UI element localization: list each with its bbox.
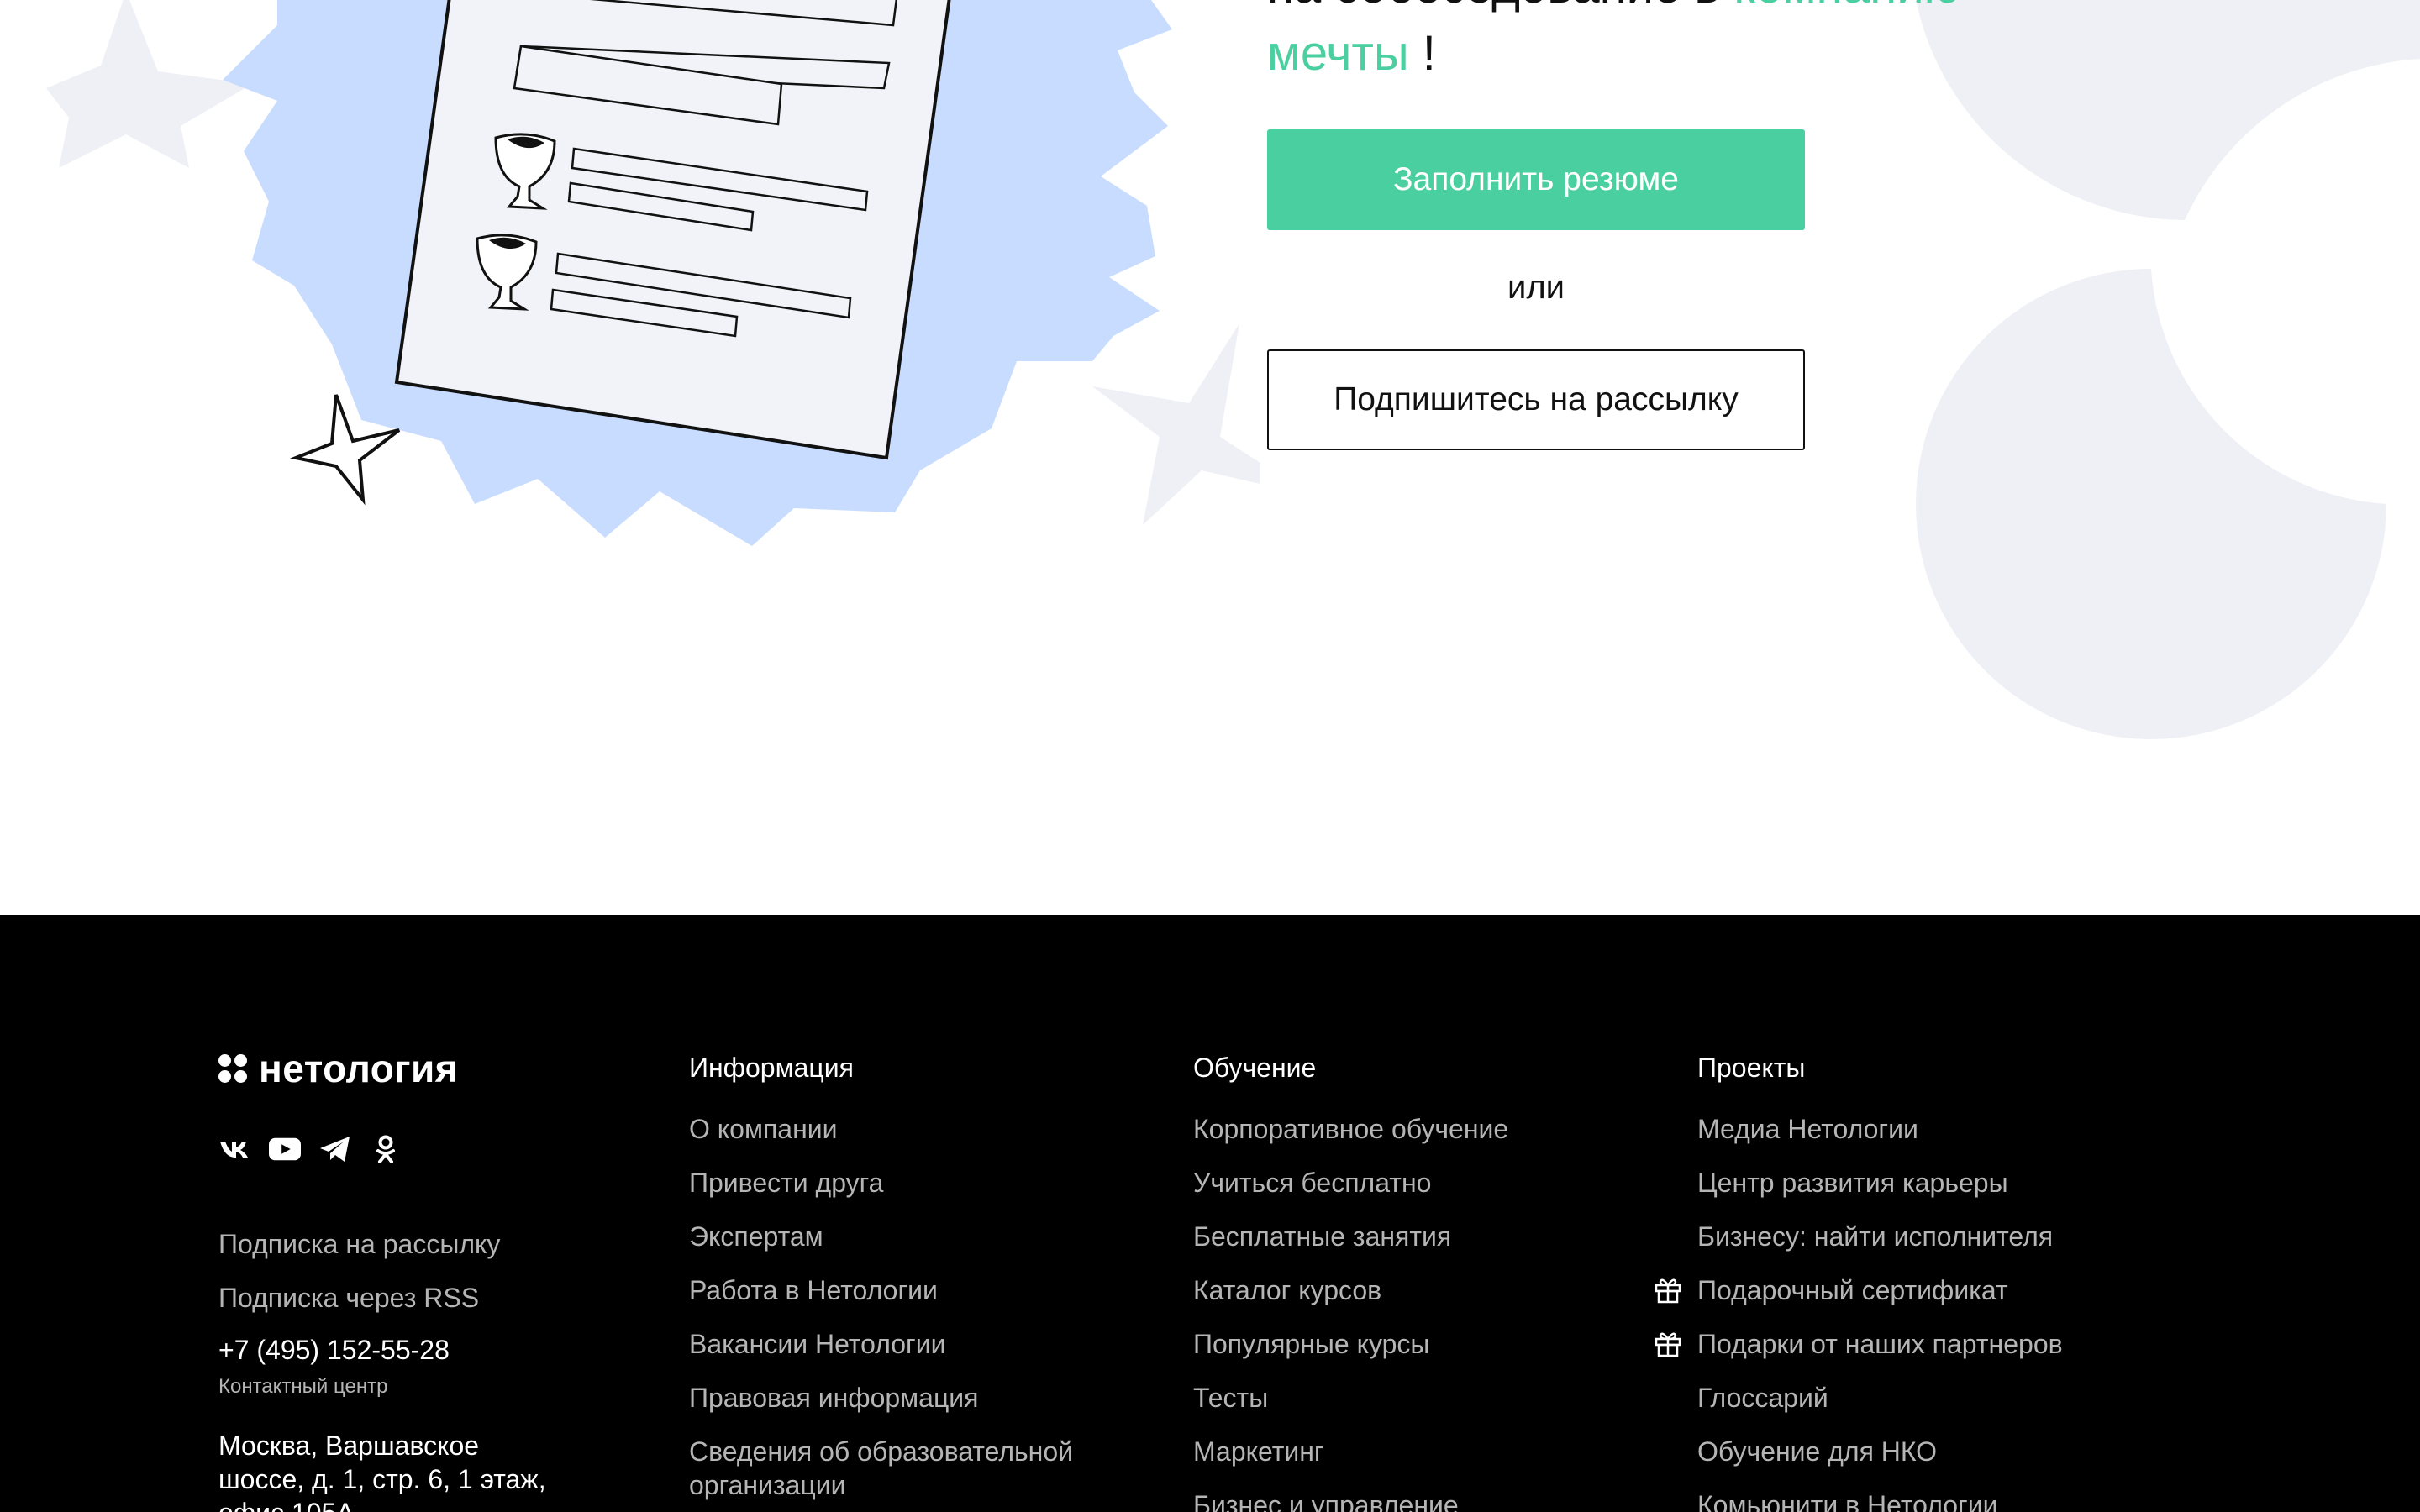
footer-link[interactable]: Обучение для НКО xyxy=(1697,1435,1937,1468)
footer-link[interactable]: Бесплатные занятия xyxy=(1193,1220,1451,1253)
hero-section: на собеседование в компанию мечты ! Запо… xyxy=(0,0,2420,915)
vk-icon[interactable] xyxy=(218,1133,250,1165)
or-separator: или xyxy=(1507,269,1565,306)
list-item: Центр развития карьеры xyxy=(1697,1166,2235,1200)
footer-link[interactable]: Бизнесу: найти исполнителя xyxy=(1697,1220,2053,1253)
list-item: Вакансии Нетологии xyxy=(689,1327,1126,1361)
footer-column-education: Обучение Корпоративное обучение Учиться … xyxy=(1193,1053,1630,1512)
list-item: Комьюнити в Нетологии xyxy=(1697,1488,2235,1512)
list-item: Популярные курсы xyxy=(1193,1327,1630,1361)
netology-logo[interactable]: нетология xyxy=(218,1046,458,1091)
footer-link[interactable]: Тесты xyxy=(1193,1381,1268,1415)
footer-link[interactable]: О компании xyxy=(689,1112,837,1146)
footer-link[interactable]: Вакансии Нетологии xyxy=(689,1327,945,1361)
footer-link[interactable]: Медиа Нетологии xyxy=(1697,1112,1918,1146)
column-title: Информация xyxy=(689,1053,854,1083)
rss-subscribe-link[interactable]: Подписка через RSS xyxy=(218,1271,500,1325)
footer-column-projects: Проекты Медиа Нетологии Центр развития к… xyxy=(1655,1053,2235,1512)
subscription-links: Подписка на рассылку Подписка через RSS xyxy=(218,1217,500,1325)
list-item: Сведения об образовательной организации xyxy=(689,1435,1126,1502)
footer-link[interactable]: Экспертам xyxy=(689,1220,823,1253)
footer-link[interactable]: Центр развития карьеры xyxy=(1697,1166,2008,1200)
list-item: Экспертам xyxy=(689,1220,1126,1253)
footer-link[interactable]: Корпоративное обучение xyxy=(1193,1112,1508,1146)
logo-mark-icon xyxy=(218,1054,247,1083)
column-title: Обучение xyxy=(1193,1053,1317,1083)
odnoklassniki-icon[interactable] xyxy=(370,1133,402,1165)
footer-link[interactable]: Работа в Нетологии xyxy=(689,1273,938,1307)
list-item: Подарочный сертификат xyxy=(1655,1273,2235,1307)
footer-link[interactable]: Правовая информация xyxy=(689,1381,978,1415)
list-item: Маркетинг xyxy=(1193,1435,1630,1468)
list-item: Бесплатные занятия xyxy=(1193,1220,1630,1253)
list-item: Корпоративное обучение xyxy=(1193,1112,1630,1146)
column-title: Проекты xyxy=(1697,1053,1806,1083)
gray-star-decoration xyxy=(46,0,252,168)
gray-star-decoration xyxy=(1092,323,1260,525)
footer-link[interactable]: Сведения об образовательной организации xyxy=(689,1435,1126,1502)
footer-link[interactable]: Каталог курсов xyxy=(1193,1273,1381,1307)
hero-heading: на собеседование в компанию мечты ! xyxy=(1267,0,1960,87)
footer-link[interactable]: Привести друга xyxy=(689,1166,883,1200)
gift-icon xyxy=(1655,1278,1681,1304)
list-item: Каталог курсов xyxy=(1193,1273,1630,1307)
list-item: Привести друга xyxy=(689,1166,1126,1200)
list-item: Бизнес и управление xyxy=(1193,1488,1630,1512)
footer-link[interactable]: Глоссарий xyxy=(1697,1381,1828,1415)
footer-link[interactable]: Подарки от наших партнеров xyxy=(1697,1327,2063,1361)
address: Москва, Варшавское шоссе, д. 1, стр. 6, … xyxy=(218,1431,546,1512)
phone-caption: Контактный центр xyxy=(218,1375,388,1398)
heading-text: на собеседование в xyxy=(1267,0,1733,13)
footer-column-info: Информация О компании Привести друга Экс… xyxy=(689,1053,1126,1512)
newsletter-subscribe-link[interactable]: Подписка на рассылку xyxy=(218,1217,500,1271)
fill-resume-button[interactable]: Заполнить резюме xyxy=(1267,129,1805,230)
footer-link[interactable]: Комьюнити в Нетологии xyxy=(1697,1488,1997,1512)
footer-link[interactable]: Бизнес и управление xyxy=(1193,1488,1459,1512)
site-footer: нетология Подписка на рассылку Подписка … xyxy=(0,915,2420,1512)
list-item: О компании xyxy=(689,1112,1126,1146)
footer-link[interactable]: Подарочный сертификат xyxy=(1697,1273,2008,1307)
heading-accent-text: компанию xyxy=(1733,0,1960,13)
gift-icon xyxy=(1655,1332,1681,1357)
heading-text: ! xyxy=(1408,26,1436,81)
list-item: Обучение для НКО xyxy=(1697,1435,2235,1468)
heading-accent-text: мечты xyxy=(1267,26,1409,81)
footer-link[interactable]: Маркетинг xyxy=(1193,1435,1324,1468)
list-item: Тесты xyxy=(1193,1381,1630,1415)
list-item: Подарки от наших партнеров xyxy=(1655,1327,2235,1361)
list-item: Учиться бесплатно xyxy=(1193,1166,1630,1200)
telegram-icon[interactable] xyxy=(319,1133,351,1165)
logo-text: нетология xyxy=(259,1047,459,1090)
youtube-icon[interactable] xyxy=(269,1133,301,1165)
list-item: Правовая информация xyxy=(689,1381,1126,1415)
list-item: Бизнесу: найти исполнителя xyxy=(1697,1220,2235,1253)
phone-number[interactable]: +7 (495) 152-55-28 xyxy=(218,1335,450,1366)
footer-link[interactable]: Популярные курсы xyxy=(1193,1327,1429,1361)
list-item: Работа в Нетологии xyxy=(689,1273,1126,1307)
resume-illustration xyxy=(46,0,1260,546)
subscribe-newsletter-button[interactable]: Подпишитесь на рассылку xyxy=(1267,349,1805,450)
list-item: Глоссарий xyxy=(1697,1381,2235,1415)
resume-paper-icon xyxy=(394,0,951,460)
list-item: Медиа Нетологии xyxy=(1697,1112,2235,1146)
footer-link[interactable]: Учиться бесплатно xyxy=(1193,1166,1431,1200)
social-links xyxy=(218,1133,402,1165)
